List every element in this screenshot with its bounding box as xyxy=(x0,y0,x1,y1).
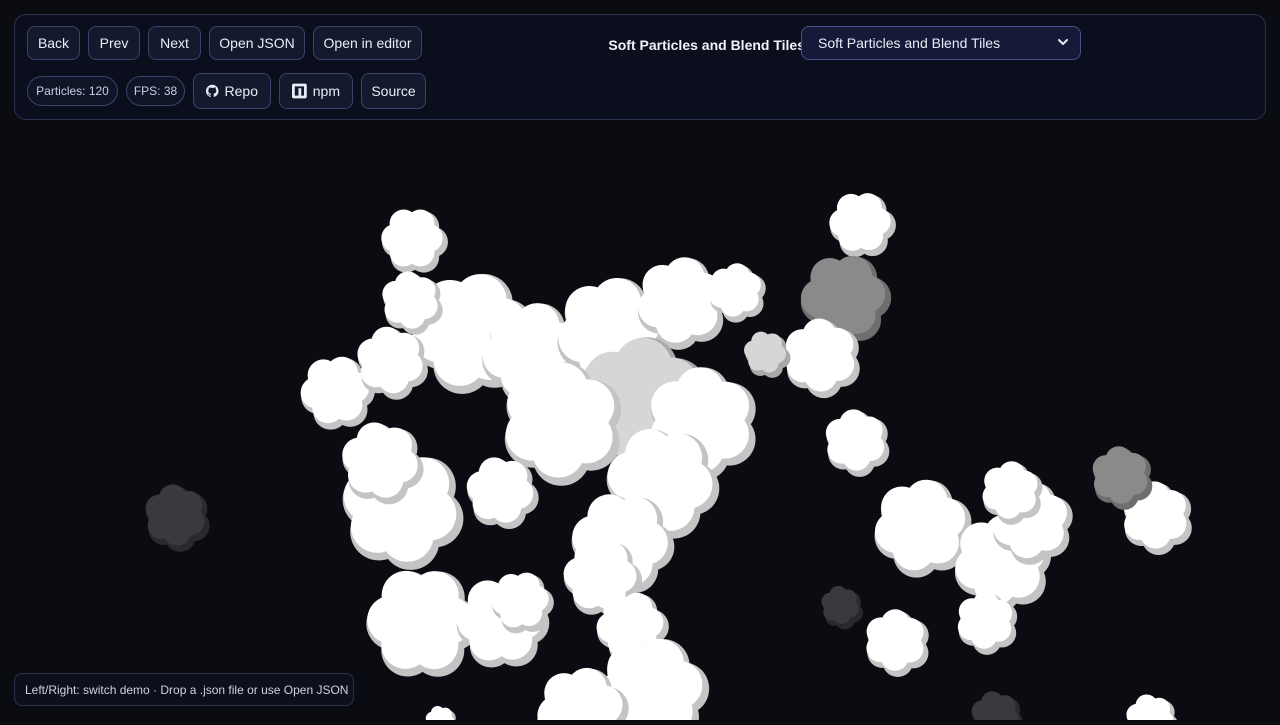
keyboard-hint: Left/Right: switch demo · Drop a .json f… xyxy=(14,673,354,706)
source-button[interactable]: Source xyxy=(361,73,426,109)
particles-count-badge: Particles: 120 xyxy=(27,76,118,106)
demo-select-value: Soft Particles and Blend Tiles xyxy=(818,35,1000,51)
npm-icon xyxy=(292,83,307,99)
repo-button[interactable]: Repo xyxy=(193,73,271,109)
prev-button[interactable]: Prev xyxy=(88,26,140,60)
back-button[interactable]: Back xyxy=(27,26,80,60)
npm-button[interactable]: npm xyxy=(279,73,353,109)
open-in-editor-button[interactable]: Open in editor xyxy=(313,26,422,60)
open-json-button[interactable]: Open JSON xyxy=(209,26,305,60)
toolbar: Back Prev Next Open JSON Open in editor … xyxy=(14,14,1266,120)
smoke-particle xyxy=(826,409,890,477)
smoke-particle xyxy=(381,210,448,273)
fps-badge: FPS: 38 xyxy=(126,76,185,106)
npm-label: npm xyxy=(313,83,340,99)
demo-title: Soft Particles and Blend Tiles xyxy=(605,37,805,53)
github-icon xyxy=(206,83,219,99)
chevron-down-icon xyxy=(1056,35,1070,49)
smoke-particle xyxy=(829,193,896,257)
smoke-particle xyxy=(983,461,1043,525)
smoke-particle xyxy=(146,484,210,551)
smoke-particle xyxy=(744,332,790,378)
demo-select[interactable]: Soft Particles and Blend Tiles xyxy=(801,26,1081,60)
smoke-particle xyxy=(866,609,928,677)
smoke-particle xyxy=(426,706,459,720)
smoke-particle xyxy=(467,457,539,529)
repo-label: Repo xyxy=(225,83,258,99)
smoke-particle xyxy=(821,586,863,629)
smoke-particle xyxy=(1126,694,1178,720)
smoke-particle xyxy=(972,691,1024,720)
next-button[interactable]: Next xyxy=(148,26,201,60)
